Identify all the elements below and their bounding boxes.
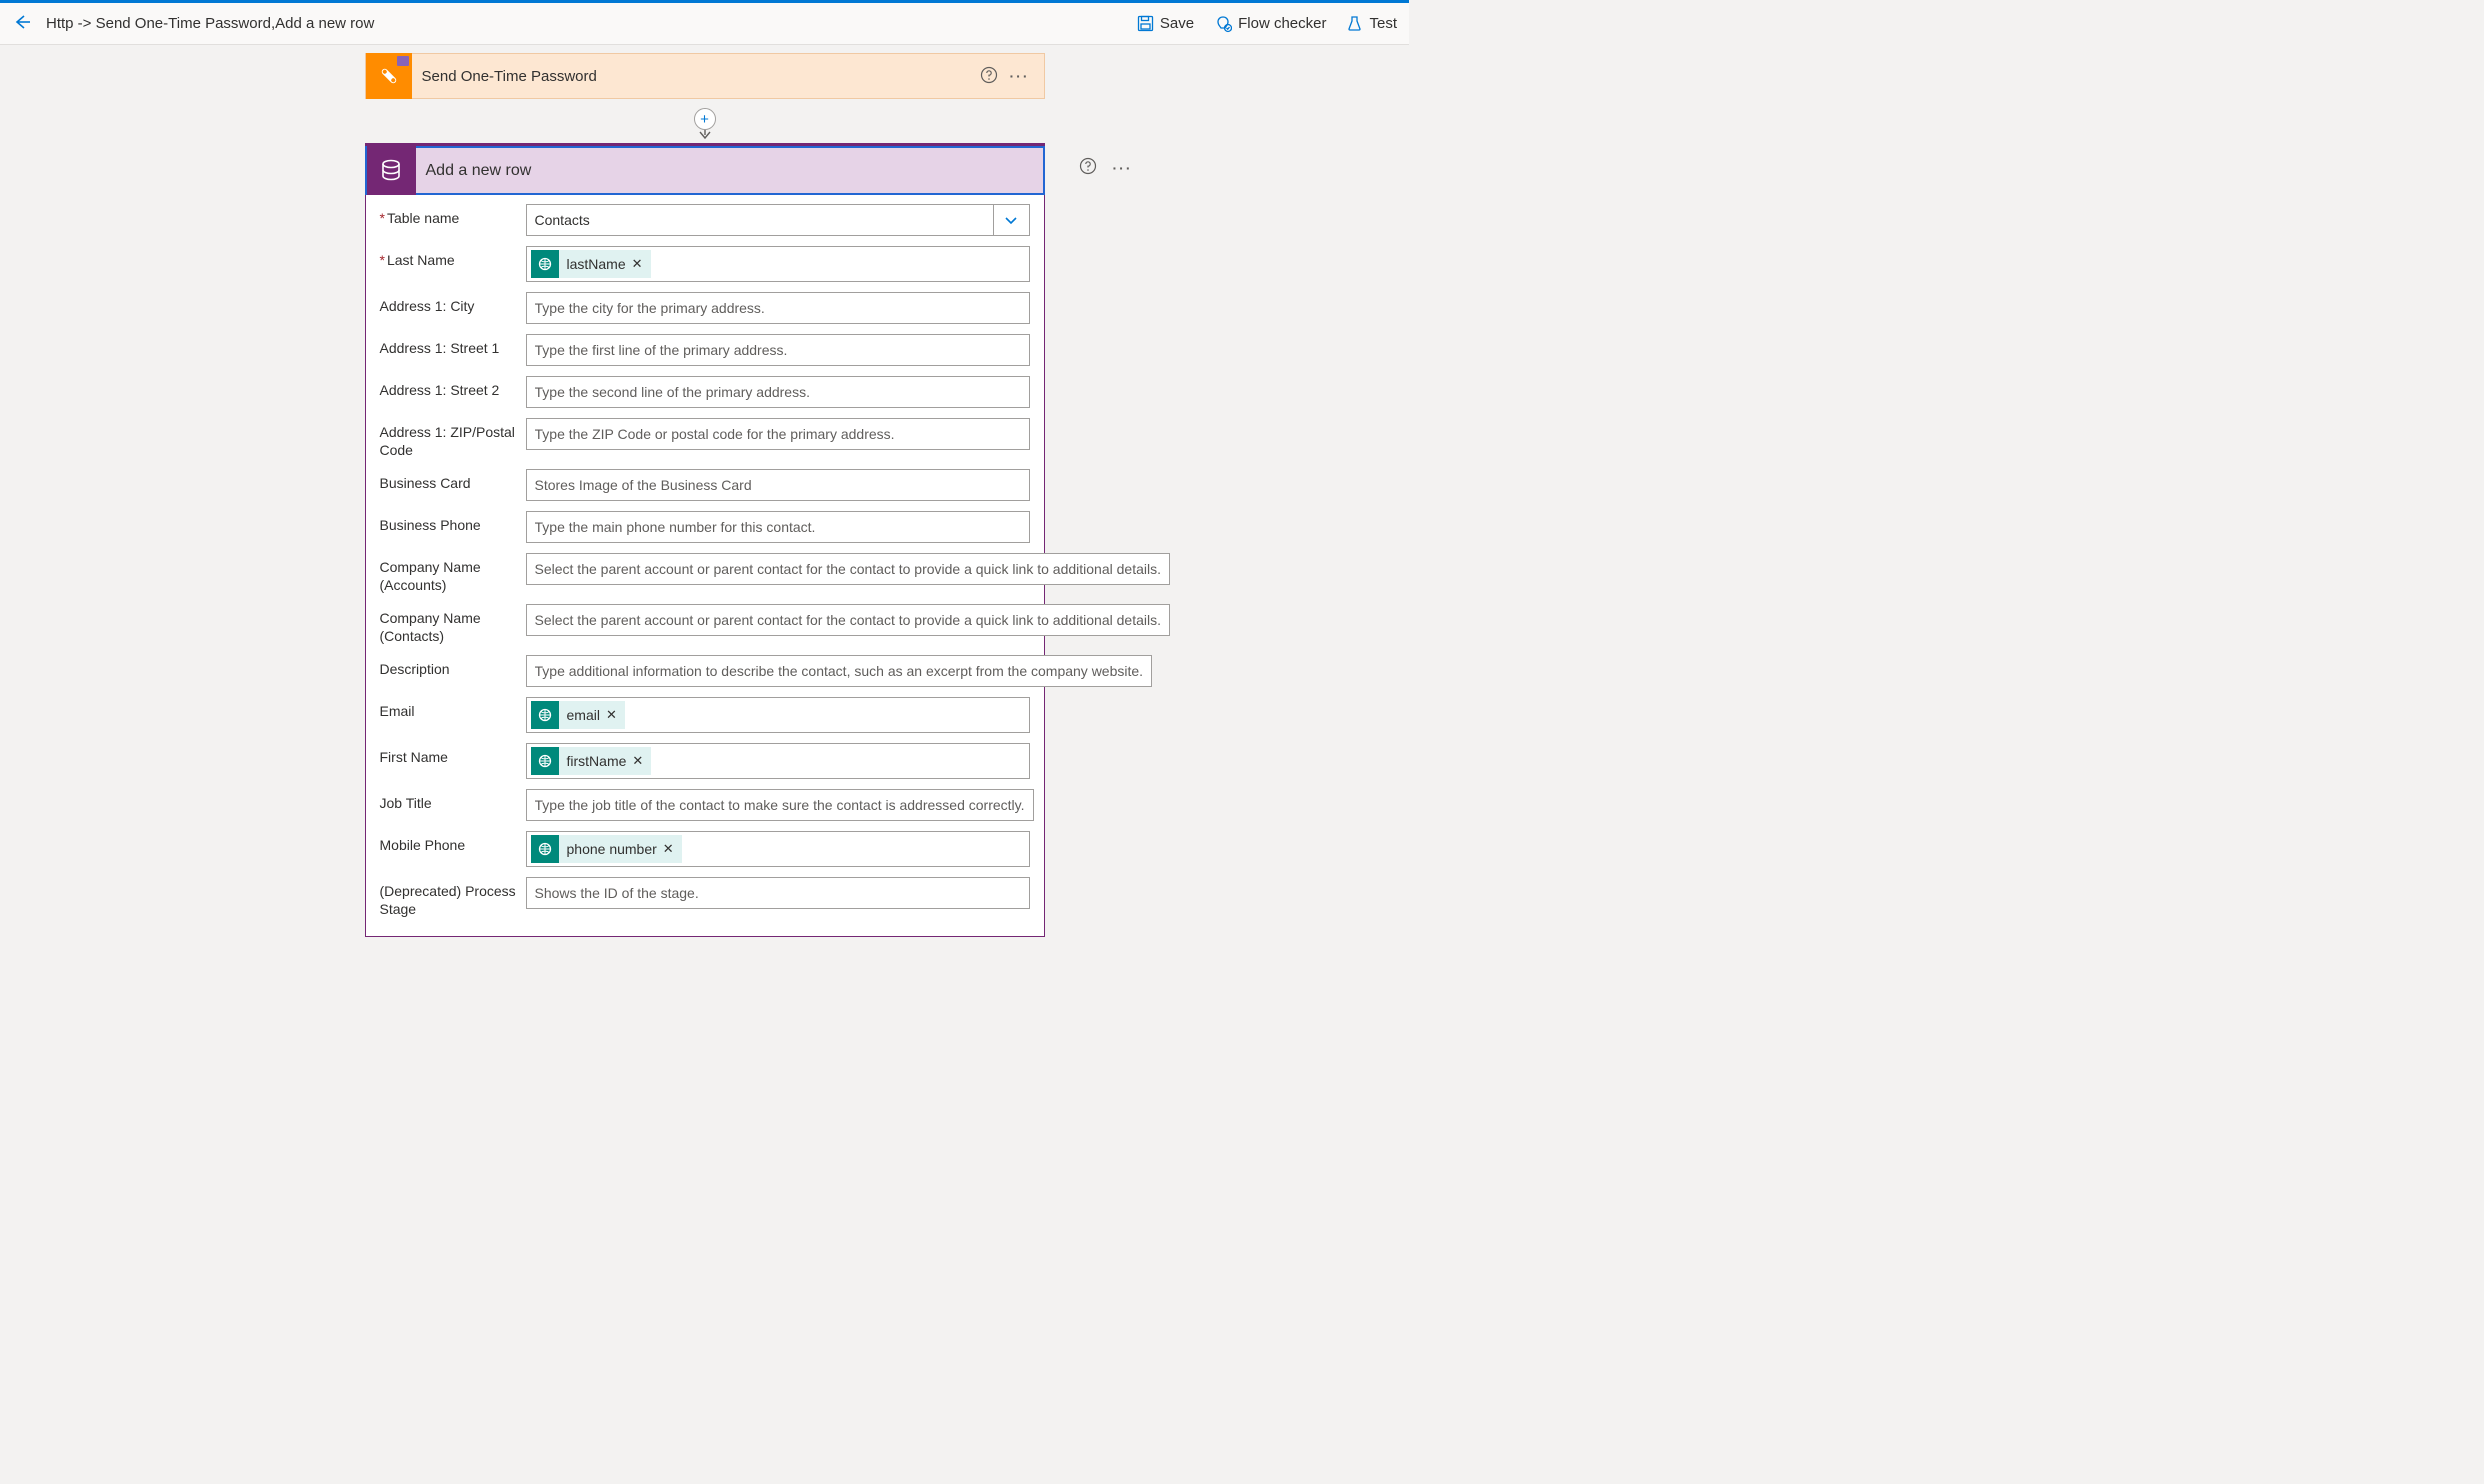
action-card[interactable]: Add a new row *Table name Contacts *Last N…: [365, 143, 1045, 937]
token-remove[interactable]: ✕: [606, 707, 625, 723]
action-header[interactable]: Add a new row: [365, 146, 1045, 195]
text-input[interactable]: Stores Image of the Business Card: [526, 469, 1030, 501]
dataverse-icon: [367, 146, 416, 195]
globe-icon: [531, 250, 559, 278]
form-row: Business Card Stores Image of the Busines…: [380, 469, 1030, 501]
placeholder-text: Type the city for the primary address.: [535, 300, 765, 316]
more-menu[interactable]: ···: [1010, 68, 1030, 84]
save-button[interactable]: Save: [1137, 15, 1194, 32]
field-label: *Table name: [380, 204, 526, 228]
text-input[interactable]: Type the main phone number for this cont…: [526, 511, 1030, 543]
trigger-title: Send One-Time Password: [412, 68, 980, 85]
top-bar: Http -> Send One-Time Password,Add a new…: [0, 0, 1409, 45]
back-button[interactable]: [12, 12, 32, 35]
field-label: Company Name (Accounts): [380, 553, 526, 594]
text-input[interactable]: Select the parent account or parent cont…: [526, 553, 1171, 585]
placeholder-text: Type the second line of the primary addr…: [535, 384, 810, 400]
field-label: First Name: [380, 743, 526, 767]
help-icon[interactable]: [1079, 157, 1097, 178]
form-row: Job Title Type the job title of the conta…: [380, 789, 1030, 821]
comment-badge-icon: [397, 56, 409, 66]
globe-icon: [531, 747, 559, 775]
globe-icon: [531, 701, 559, 729]
placeholder-text: Shows the ID of the stage.: [535, 885, 699, 901]
text-input[interactable]: Type the ZIP Code or postal code for the…: [526, 418, 1030, 450]
text-input[interactable]: Select the parent account or parent cont…: [526, 604, 1171, 636]
token-input[interactable]: phone number✕: [526, 831, 1030, 867]
placeholder-text: Select the parent account or parent cont…: [535, 561, 1162, 577]
text-input[interactable]: Shows the ID of the stage.: [526, 877, 1030, 909]
field-label: Address 1: ZIP/Postal Code: [380, 418, 526, 459]
form-row: Business Phone Type the main phone number…: [380, 511, 1030, 543]
placeholder-text: Stores Image of the Business Card: [535, 477, 752, 493]
field-label: Mobile Phone: [380, 831, 526, 855]
token-label: email: [559, 707, 606, 723]
select-value: Contacts: [535, 212, 590, 228]
field-label: Email: [380, 697, 526, 721]
trigger-icon: [366, 53, 412, 99]
field-label: Address 1: Street 1: [380, 334, 526, 358]
field-label: (Deprecated) Process Stage: [380, 877, 526, 918]
form-row: *Last NamelastName✕: [380, 246, 1030, 282]
field-label: Job Title: [380, 789, 526, 813]
form-row: (Deprecated) Process Stage Shows the ID o…: [380, 877, 1030, 918]
help-icon[interactable]: [980, 66, 998, 87]
form-row: Emailemail✕: [380, 697, 1030, 733]
token-input[interactable]: email✕: [526, 697, 1030, 733]
token-remove[interactable]: ✕: [632, 256, 651, 272]
form-row: Address 1: ZIP/Postal Code Type the ZIP C…: [380, 418, 1030, 459]
more-menu[interactable]: ···: [1113, 160, 1133, 176]
field-label: Description: [380, 655, 526, 679]
token-input[interactable]: lastName✕: [526, 246, 1030, 282]
form-row: First NamefirstName✕: [380, 743, 1030, 779]
placeholder-text: Type the job title of the contact to mak…: [535, 797, 1025, 813]
chevron-down-icon[interactable]: [993, 205, 1029, 235]
dynamic-token[interactable]: firstName✕: [531, 747, 652, 775]
flow-checker-button[interactable]: Flow checker: [1214, 15, 1326, 33]
placeholder-text: Type additional information to describe …: [535, 663, 1144, 679]
form-row: Address 1: Street 2 Type the second line …: [380, 376, 1030, 408]
text-input[interactable]: Type additional information to describe …: [526, 655, 1153, 687]
form-row: Mobile Phonephone number✕: [380, 831, 1030, 867]
form-row: *Table name Contacts: [380, 204, 1030, 236]
add-step-button[interactable]: +: [694, 108, 716, 130]
token-label: phone number: [559, 841, 663, 857]
placeholder-text: Type the first line of the primary addre…: [535, 342, 788, 358]
placeholder-text: Type the ZIP Code or postal code for the…: [535, 426, 895, 442]
form-row: Address 1: Street 1 Type the first line o…: [380, 334, 1030, 366]
form-row: Company Name (Contacts)Select the parent…: [380, 604, 1030, 645]
form-row: DescriptionType additional information t…: [380, 655, 1030, 687]
test-button[interactable]: Test: [1346, 15, 1397, 32]
field-label: Address 1: Street 2: [380, 376, 526, 400]
placeholder-text: Select the parent account or parent cont…: [535, 612, 1162, 628]
token-label: lastName: [559, 256, 632, 272]
token-remove[interactable]: ✕: [663, 841, 682, 857]
token-remove[interactable]: ✕: [632, 753, 651, 769]
connector: +: [365, 99, 1045, 143]
text-input[interactable]: Type the city for the primary address.: [526, 292, 1030, 324]
field-label: Business Phone: [380, 511, 526, 535]
action-form: *Table nameContacts*Last NamelastName✕Ad…: [366, 194, 1044, 936]
form-row: Address 1: City Type the city for the pri…: [380, 292, 1030, 324]
placeholder-text: Type the main phone number for this cont…: [535, 519, 816, 535]
text-input[interactable]: Type the second line of the primary addr…: [526, 376, 1030, 408]
trigger-card[interactable]: Send One-Time Password ···: [365, 53, 1045, 99]
dynamic-token[interactable]: email✕: [531, 701, 625, 729]
action-title: Add a new row: [416, 162, 1043, 180]
form-row: Company Name (Accounts)Select the parent…: [380, 553, 1030, 594]
token-label: firstName: [559, 753, 633, 769]
text-input[interactable]: Type the job title of the contact to mak…: [526, 789, 1034, 821]
field-label: Business Card: [380, 469, 526, 493]
dynamic-token[interactable]: lastName✕: [531, 250, 651, 278]
field-label: Address 1: City: [380, 292, 526, 316]
field-label: *Last Name: [380, 246, 526, 270]
globe-icon: [531, 835, 559, 863]
select-input[interactable]: Contacts: [526, 204, 1030, 236]
flow-canvas: Send One-Time Password ··· + Add a new r…: [0, 45, 1409, 937]
text-input[interactable]: Type the first line of the primary addre…: [526, 334, 1030, 366]
field-label: Company Name (Contacts): [380, 604, 526, 645]
breadcrumb: Http -> Send One-Time Password,Add a new…: [46, 15, 374, 32]
dynamic-token[interactable]: phone number✕: [531, 835, 682, 863]
token-input[interactable]: firstName✕: [526, 743, 1030, 779]
